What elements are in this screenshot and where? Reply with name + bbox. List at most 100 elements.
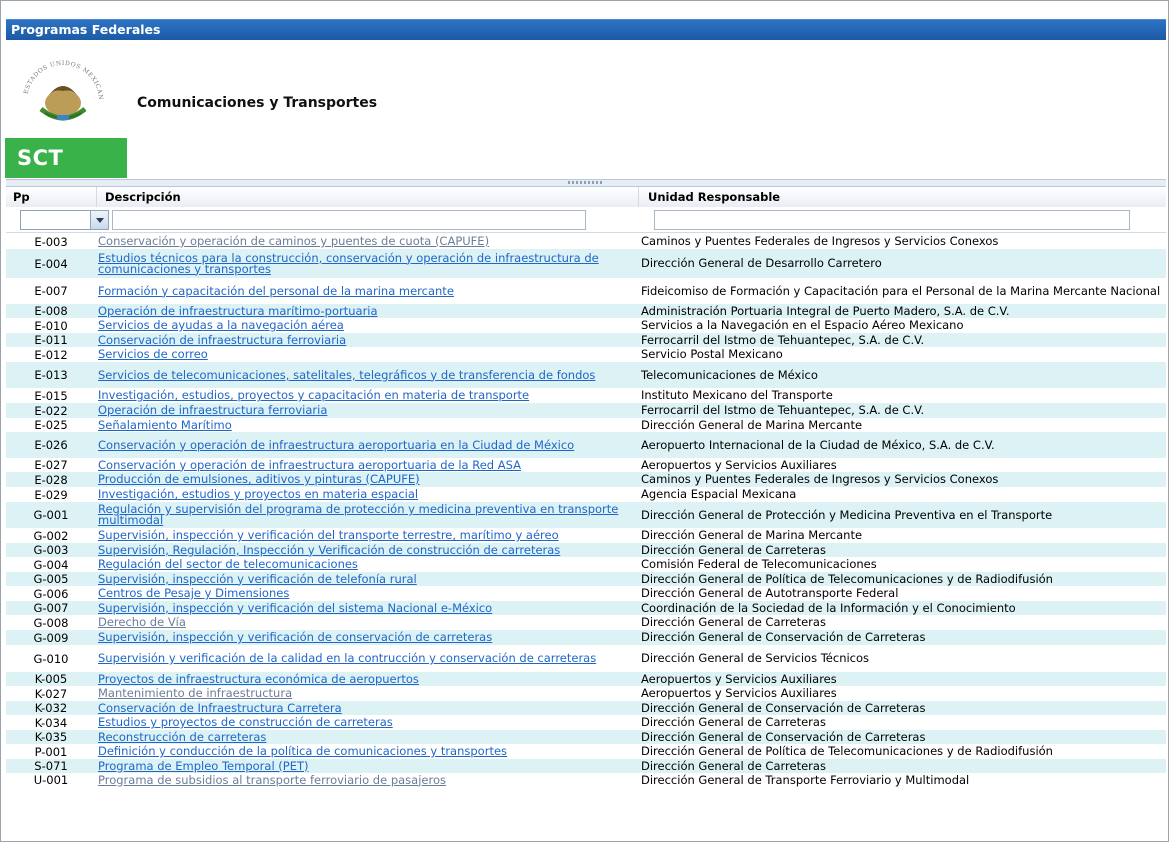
table-row: G-005 Supervisión, inspección y verificac… [6, 572, 1166, 586]
table-row: E-027 Conservación y operación de infraes… [6, 458, 1166, 472]
unidad-cell: Caminos y Puentes Federales de Ingresos … [641, 472, 1166, 487]
panel-splitter[interactable] [6, 179, 1166, 187]
unidad-responsable: Dirección General de Desarrollo Carreter… [641, 256, 882, 270]
column-header-descripcion[interactable]: Descripción [98, 187, 639, 207]
unidad-cell: Telecomunicaciones de México [641, 362, 1166, 388]
unidad-cell: Dirección General de Marina Mercante [641, 418, 1166, 432]
unidad-cell: Caminos y Puentes Federales de Ingresos … [641, 234, 1166, 249]
unidad-responsable: Dirección General de Transporte Ferrovia… [641, 773, 970, 787]
program-link[interactable]: Supervisión, Regulación, Inspección y Ve… [98, 544, 560, 556]
unidad-cell: Coordinación de la Sociedad de la Inform… [641, 601, 1166, 615]
unidad-responsable: Dirección General de Conservación de Car… [641, 701, 926, 715]
table-row: E-012 Servicios de correo Servicio Postal … [6, 347, 1166, 362]
program-link[interactable]: Investigación, estudios, proyectos y cap… [98, 389, 529, 401]
program-link[interactable]: Reconstrucción de carreteras [98, 731, 266, 743]
program-link[interactable]: Supervisión y verificación de la calidad… [98, 652, 596, 664]
program-link[interactable]: Proyectos de infraestructura económica d… [98, 673, 419, 685]
program-link[interactable]: Mantenimiento de infraestructura [98, 687, 292, 699]
pp-code: E-011 [34, 333, 68, 347]
program-link[interactable]: Regulación del sector de telecomunicacio… [98, 558, 358, 570]
program-link[interactable]: Investigación, estudios y proyectos en m… [98, 488, 418, 500]
unidad-cell: Dirección General de Conservación de Car… [641, 730, 1166, 744]
program-link[interactable]: Supervisión, inspección y verificación d… [98, 529, 559, 541]
unidad-cell: Dirección General de Carreteras [641, 543, 1166, 557]
program-link[interactable]: Conservación y operación de caminos y pu… [98, 235, 489, 247]
pp-code: K-027 [34, 686, 68, 701]
unidad-cell: Aeropuertos y Servicios Auxiliares [641, 686, 1166, 701]
unidad-cell: Agencia Espacial Mexicana [641, 487, 1166, 502]
descripcion-cell: Operación de infraestructura marítimo-po… [98, 304, 638, 318]
descripcion-cell: Derecho de Vía [98, 615, 638, 630]
title-bar: Programas Federales [6, 19, 1166, 40]
descripcion-cell: Estudios y proyectos de construcción de … [98, 715, 638, 730]
splitter-grip-icon[interactable] [568, 181, 604, 184]
descripcion-cell: Formación y capacitación del personal de… [98, 278, 638, 304]
table-row: E-029 Investigación, estudios y proyectos… [6, 487, 1166, 502]
table-row: E-026 Conservación y operación de infraes… [6, 432, 1166, 458]
descripcion-cell: Servicios de correo [98, 347, 638, 362]
program-link[interactable]: Supervisión, inspección y verificación d… [98, 602, 492, 614]
unidad-responsable: Agencia Espacial Mexicana [641, 487, 797, 501]
program-link[interactable]: Conservación de Infraestructura Carreter… [98, 702, 342, 714]
pp-code: G-004 [33, 557, 69, 572]
program-link[interactable]: Conservación de infraestructura ferrovia… [98, 334, 346, 346]
program-link[interactable]: Producción de emulsiones, aditivos y pin… [98, 473, 420, 485]
table-row: E-015 Investigación, estudios, proyectos … [6, 388, 1166, 403]
table-row: G-008 Derecho de Vía Dirección General de … [6, 615, 1166, 630]
unidad-responsable: Dirección General de Carreteras [641, 759, 826, 773]
program-link[interactable]: Servicios de correo [98, 348, 208, 360]
program-link[interactable]: Derecho de Vía [98, 616, 186, 628]
descripcion-cell: Supervisión y verificación de la calidad… [98, 645, 638, 672]
program-link[interactable]: Programa de Empleo Temporal (PET) [98, 760, 309, 772]
unidad-cell: Instituto Mexicano del Transporte [641, 388, 1166, 403]
pp-code: G-002 [33, 528, 69, 543]
program-link[interactable]: Operación de infraestructura marítimo-po… [98, 305, 378, 317]
program-link[interactable]: Supervisión, inspección y verificación d… [98, 573, 417, 585]
program-link[interactable]: Centros de Pesaje y Dimensiones [98, 587, 289, 599]
unidad-responsable: Servicios a la Navegación en el Espacio … [641, 318, 964, 332]
program-link[interactable]: Operación de infraestructura ferroviaria [98, 404, 327, 416]
table-row: E-022 Operación de infraestructura ferrov… [6, 403, 1166, 418]
unidad-responsable: Dirección General de Carreteras [641, 615, 826, 629]
pp-filter-select[interactable] [20, 210, 109, 230]
program-link[interactable]: Supervisión, inspección y verificación d… [98, 631, 492, 643]
table-row: K-027 Mantenimiento de infraestructura Aer… [6, 686, 1166, 701]
column-header-unidad[interactable]: Unidad Responsable [641, 187, 1165, 207]
program-link[interactable]: Regulación y supervisión del programa de… [98, 503, 638, 526]
unidad-responsable: Instituto Mexicano del Transporte [641, 388, 833, 402]
table-row: K-005 Proyectos de infraestructura económ… [6, 672, 1166, 686]
pp-code: K-032 [34, 701, 68, 715]
program-link[interactable]: Servicios de ayudas a la navegación aére… [98, 319, 344, 331]
unidad-responsable: Dirección General de Conservación de Car… [641, 730, 926, 744]
pp-code: E-015 [34, 388, 68, 403]
program-link[interactable]: Servicios de telecomunicaciones, satelit… [98, 369, 595, 381]
unidad-cell: Fideicomiso de Formación y Capacitación … [641, 278, 1166, 304]
program-link[interactable]: Conservación y operación de infraestruct… [98, 459, 521, 471]
unidad-cell: Dirección General de Carreteras [641, 759, 1166, 773]
descripcion-cell: Supervisión, inspección y verificación d… [98, 528, 638, 543]
column-header-pp[interactable]: Pp [6, 187, 97, 207]
unidad-filter-input[interactable] [654, 210, 1130, 230]
unidad-responsable: Dirección General de Servicios Técnicos [641, 651, 870, 665]
unidad-cell: Aeropuertos y Servicios Auxiliares [641, 672, 1166, 686]
program-link[interactable]: Conservación y operación de infraestruct… [98, 439, 574, 451]
program-link[interactable]: Estudios y proyectos de construcción de … [98, 716, 393, 728]
program-link[interactable]: Definición y conducción de la política d… [98, 745, 507, 757]
descripcion-filter-input[interactable] [112, 210, 586, 230]
pp-code: G-006 [33, 586, 69, 601]
program-link[interactable]: Formación y capacitación del personal de… [98, 285, 454, 297]
descripcion-cell: Conservación de Infraestructura Carreter… [98, 701, 638, 715]
table-row: K-032 Conservación de Infraestructura Car… [6, 701, 1166, 715]
chevron-down-icon[interactable] [90, 211, 108, 229]
pp-code: E-004 [34, 256, 68, 271]
program-link[interactable]: Estudios técnicos para la construcción, … [98, 252, 638, 275]
pp-code: G-005 [33, 572, 69, 586]
unidad-responsable: Ferrocarril del Istmo de Tehuantepec, S.… [641, 333, 925, 347]
table-row: E-011 Conservación de infraestructura fer… [6, 333, 1166, 347]
pp-code: K-034 [34, 715, 68, 730]
pp-code: K-005 [34, 672, 68, 686]
pp-code: G-007 [33, 601, 69, 615]
program-link[interactable]: Programa de subsidios al transporte ferr… [98, 774, 446, 786]
unidad-cell: Dirección General de Conservación de Car… [641, 701, 1166, 715]
program-link[interactable]: Señalamiento Marítimo [98, 419, 232, 431]
